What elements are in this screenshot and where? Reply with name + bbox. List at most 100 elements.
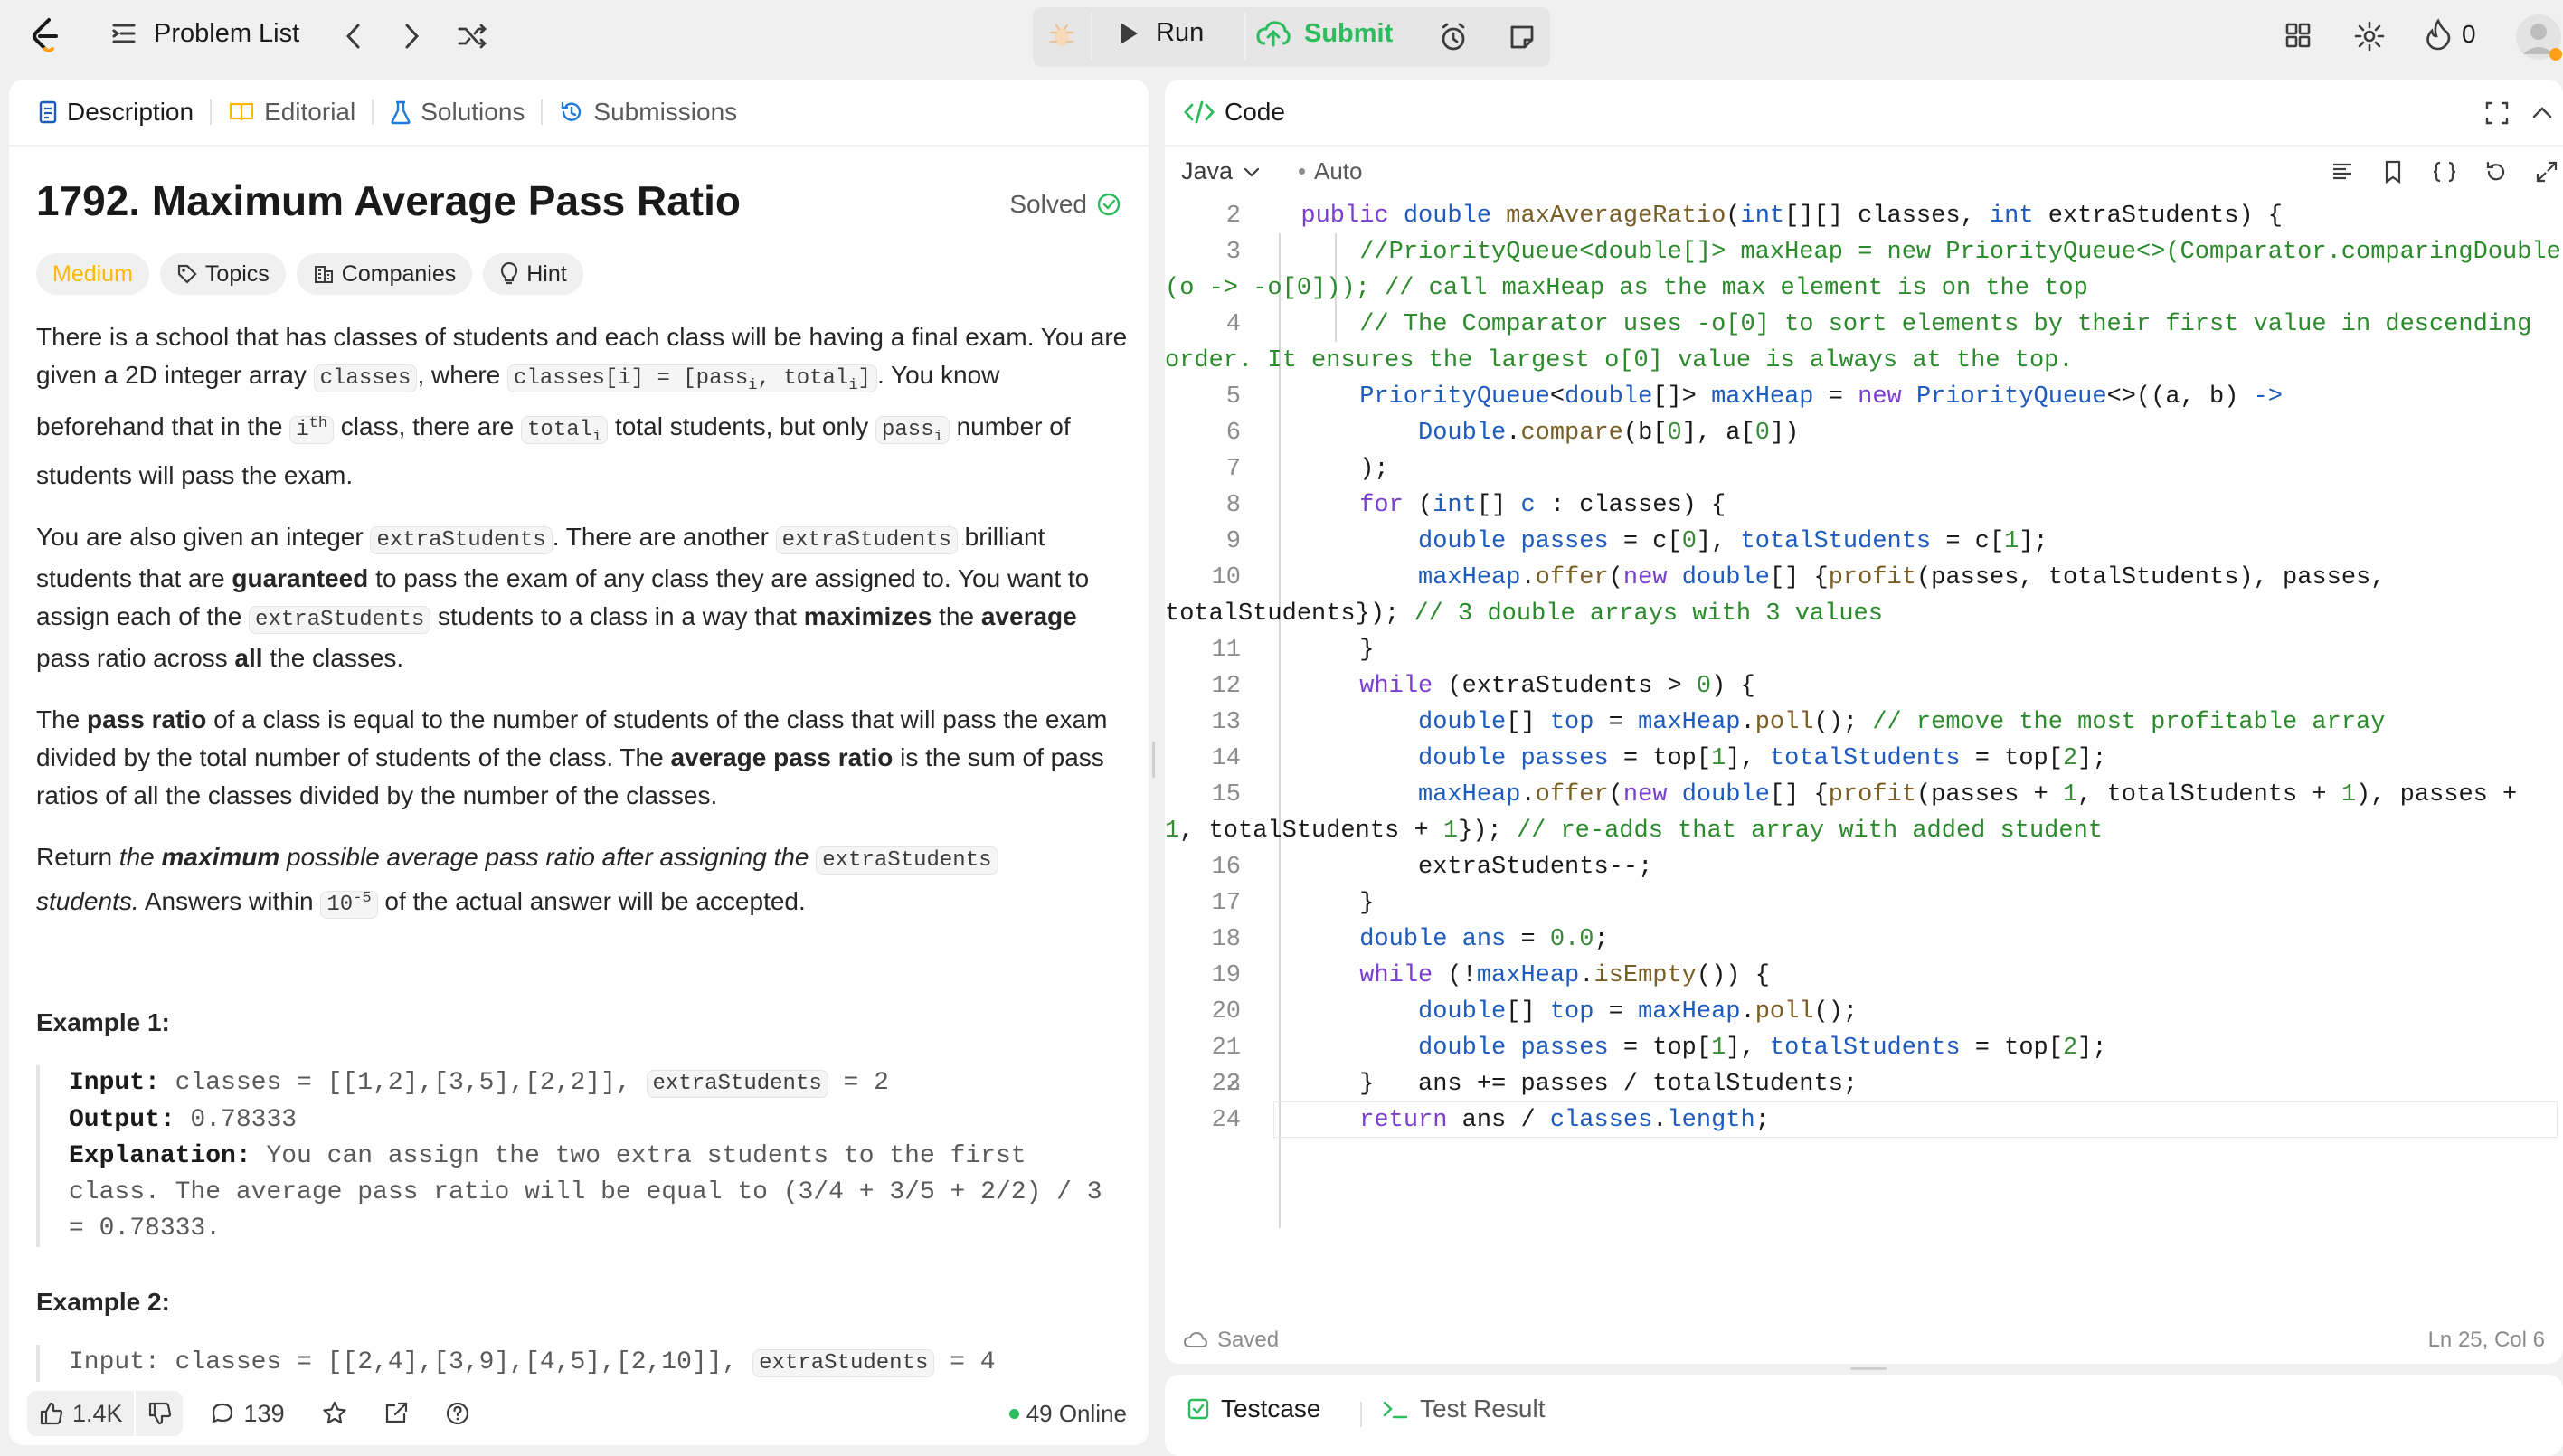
- run-label: Run: [1156, 18, 1205, 47]
- help-icon[interactable]: [444, 1400, 471, 1427]
- line-number: 18: [1211, 926, 1241, 953]
- leetcode-logo-icon[interactable]: [27, 16, 63, 56]
- tab-testcase[interactable]: Testcase: [1187, 1395, 1321, 1423]
- bookmark-icon[interactable]: [2380, 159, 2406, 184]
- code-tab[interactable]: Code: [1183, 98, 1285, 127]
- code-line: public double maxAverageRatio(int[][] cl…: [1300, 203, 2284, 230]
- format-align-icon[interactable]: [2330, 159, 2355, 184]
- language-select[interactable]: Java: [1181, 157, 1262, 185]
- document-icon: [38, 99, 58, 125]
- run-button[interactable]: Run: [1114, 18, 1204, 48]
- problem-list-button[interactable]: Problem List: [109, 18, 299, 49]
- line-number: 3: [1225, 239, 1241, 266]
- companies-label: Companies: [341, 261, 457, 287]
- difficulty-badge: Medium: [36, 253, 149, 295]
- code-line: double passes = top[1], totalStudents = …: [1418, 745, 2107, 772]
- settings-gear-icon[interactable]: [2353, 20, 2386, 52]
- tab-test-result[interactable]: Test Result: [1382, 1395, 1546, 1423]
- share-icon[interactable]: [383, 1400, 410, 1427]
- next-problem-icon[interactable]: [398, 20, 425, 52]
- collapse-up-icon[interactable]: [2529, 101, 2556, 125]
- line-number: 19: [1211, 962, 1241, 989]
- terminal-icon: [1382, 1397, 1409, 1421]
- code-line-wrap: totalStudents}); // 3 double arrays with…: [1165, 600, 1883, 628]
- code-line: );: [1272, 456, 1389, 483]
- code-line: for (int[] c : classes) {: [1359, 492, 1726, 519]
- tab-editorial-label: Editorial: [264, 98, 356, 126]
- reset-icon[interactable]: [2483, 159, 2509, 184]
- submit-button[interactable]: Submit: [1255, 18, 1393, 49]
- description-tabs: Description Editorial Solutions Submissi…: [22, 80, 753, 145]
- code-line: }: [1272, 637, 1375, 664]
- comments-button[interactable]: 139: [210, 1400, 285, 1428]
- line-number: 2: [1225, 203, 1241, 230]
- companies-chip[interactable]: Companies: [296, 253, 473, 295]
- online-label: 49 Online: [1026, 1399, 1127, 1427]
- dislike-button[interactable]: [135, 1391, 183, 1436]
- line-number: 4: [1225, 311, 1241, 338]
- auto-dot: [1299, 168, 1305, 175]
- tag-icon: [176, 263, 198, 285]
- line-number: 11: [1211, 637, 1241, 664]
- debug-icon[interactable]: [1047, 20, 1076, 51]
- braces-icon[interactable]: [2431, 159, 2458, 184]
- problem-description: 1792. Maximum Average Pass Ratio Medium …: [36, 170, 1130, 1382]
- auto-label: Auto: [1314, 157, 1363, 184]
- test-result-label: Test Result: [1420, 1395, 1546, 1423]
- line-number: 13: [1211, 709, 1241, 736]
- expand-icon[interactable]: [2534, 159, 2559, 184]
- layout-icon[interactable]: [2283, 20, 2313, 51]
- checkbox-icon: [1187, 1397, 1210, 1421]
- testcase-panel: Testcase Test Result: [1165, 1375, 2563, 1456]
- fullscreen-icon[interactable]: [2483, 99, 2511, 127]
- tab-description[interactable]: Description: [22, 80, 210, 145]
- tab-editorial[interactable]: Editorial: [212, 80, 372, 145]
- tab-submissions-label: Submissions: [593, 98, 738, 126]
- vertical-splitter[interactable]: [1152, 742, 1155, 778]
- chevron-down-icon: [1242, 163, 1262, 181]
- line-number: 7: [1225, 456, 1241, 483]
- streak-counter[interactable]: 0: [2424, 18, 2476, 51]
- paragraph-3: The pass ratio of a class is equal to th…: [36, 704, 1108, 809]
- code-tab-label: Code: [1225, 98, 1285, 126]
- horizontal-splitter[interactable]: [1850, 1367, 1887, 1370]
- code-editor[interactable]: 2 public double maxAverageRatio(int[][] …: [1165, 197, 2563, 1273]
- cloud-icon: [1183, 1330, 1208, 1350]
- tab-submissions[interactable]: Submissions: [543, 80, 753, 145]
- code-line: maxHeap.offer(new double[] {profit(passe…: [1418, 781, 2518, 808]
- paragraph-4: Return the maximum possible average pass…: [36, 838, 1130, 924]
- notes-button[interactable]: [1492, 7, 1550, 67]
- like-count: 1.4K: [72, 1399, 123, 1427]
- example-1-box: Input: classes = [[1,2],[3,5],[2,2]], ex…: [36, 1064, 1130, 1247]
- flask-icon: [390, 99, 411, 125]
- tab-solutions[interactable]: Solutions: [374, 80, 541, 145]
- submit-label: Submit: [1304, 18, 1394, 48]
- problem-chips: Medium Topics Companies Hint: [36, 253, 1130, 295]
- line-number: 16: [1211, 854, 1241, 881]
- star-icon[interactable]: [321, 1400, 348, 1427]
- shuffle-icon[interactable]: [456, 20, 488, 52]
- comment-count: 139: [243, 1399, 285, 1427]
- like-button[interactable]: 1.4K: [27, 1391, 134, 1436]
- topics-chip[interactable]: Topics: [159, 253, 286, 295]
- building-icon: [313, 263, 335, 285]
- flame-icon: [2424, 18, 2453, 51]
- description-footer: 1.4K 139 49 Online: [9, 1382, 1149, 1445]
- line-number: 15: [1211, 781, 1241, 808]
- thumbs-down-icon: [147, 1401, 172, 1426]
- user-avatar[interactable]: [2514, 13, 2563, 61]
- code-brackets-icon: [1183, 99, 1215, 126]
- hint-label: Hint: [526, 261, 567, 287]
- auto-mode[interactable]: Auto: [1299, 157, 1363, 185]
- problem-list-label: Problem List: [154, 18, 300, 48]
- line-number: 21: [1211, 1035, 1241, 1062]
- code-line: // The Comparator uses -o[0] to sort ele…: [1272, 311, 2532, 338]
- line-number: 14: [1211, 745, 1241, 772]
- code-line: extraStudents--;: [1272, 854, 1653, 881]
- timer-button[interactable]: [1423, 7, 1481, 67]
- prev-problem-icon[interactable]: [340, 20, 367, 52]
- book-icon: [228, 100, 255, 124]
- thumbs-up-icon: [38, 1401, 63, 1426]
- code-line: while (extraStudents > 0) {: [1359, 673, 1755, 700]
- hint-chip[interactable]: Hint: [483, 253, 583, 295]
